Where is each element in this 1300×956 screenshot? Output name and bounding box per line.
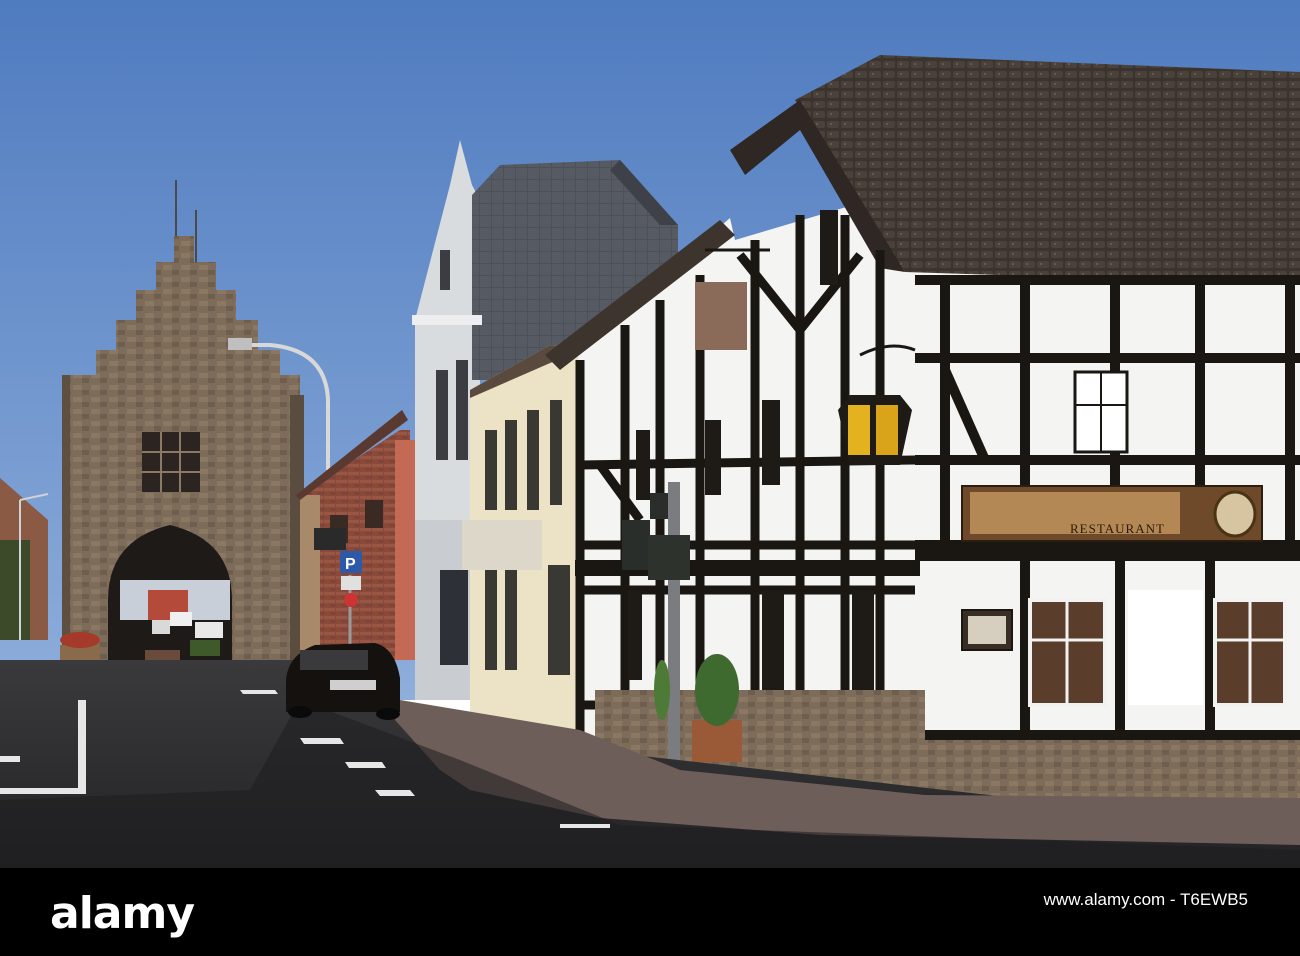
restaurant-banner: RESTAURANT — [961, 485, 1263, 542]
restaurant-sign-text: RESTAURANT — [1070, 521, 1165, 536]
parked-car — [286, 643, 400, 720]
stock-footer-bar: alamy www.alamy.com - T6EWB5 — [0, 868, 1300, 956]
parking-sign-letter: P — [345, 556, 356, 573]
cream-building — [462, 345, 580, 730]
alamy-logo: alamy — [50, 888, 195, 939]
street-photo: P RESTAURANT — [0, 0, 1300, 868]
image-id-label: www.alamy.com - T6EWB5 — [1043, 890, 1248, 909]
